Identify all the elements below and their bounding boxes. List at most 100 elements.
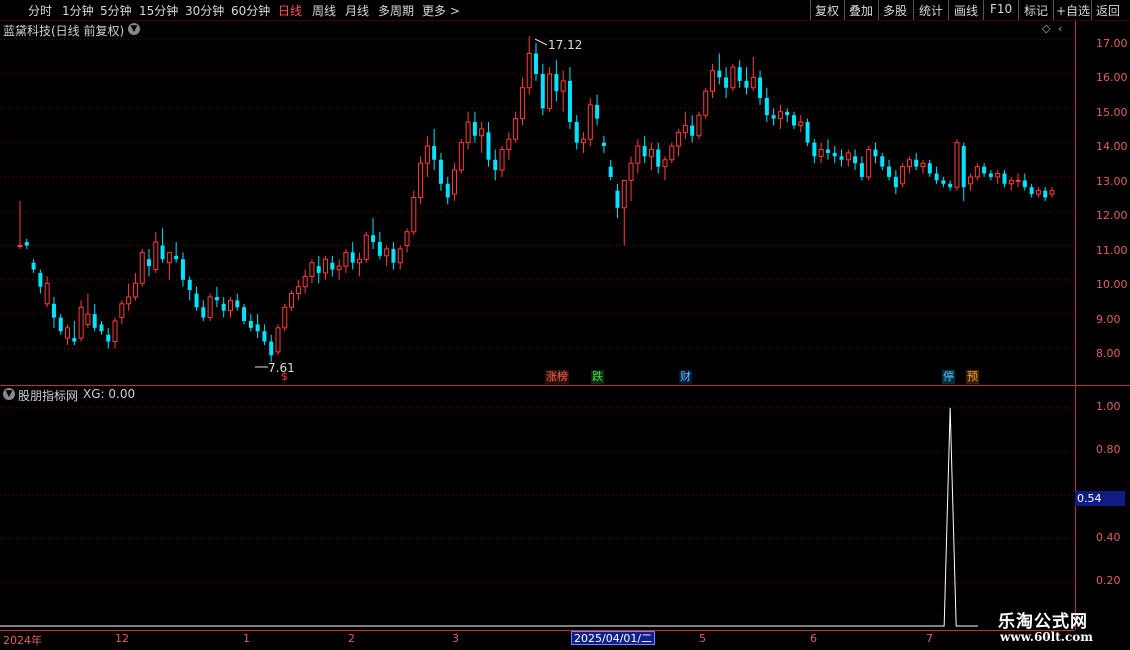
candle[interactable] [24, 238, 29, 249]
candle[interactable] [635, 139, 641, 174]
candle[interactable] [166, 251, 172, 280]
candle[interactable] [506, 132, 512, 160]
candle[interactable] [248, 314, 253, 332]
candle[interactable] [1002, 170, 1007, 188]
candle[interactable] [927, 159, 932, 177]
candle[interactable] [472, 111, 477, 143]
candle[interactable] [235, 293, 240, 311]
candle[interactable] [825, 139, 830, 160]
candle[interactable] [744, 67, 749, 95]
overlay-button[interactable]: 叠加 [849, 2, 873, 19]
candle[interactable] [642, 135, 647, 164]
fuquan-button[interactable]: 复权 [815, 2, 839, 19]
candle[interactable] [724, 67, 729, 99]
candle[interactable] [1043, 187, 1048, 201]
period-tab-weekly[interactable]: 周线 [312, 2, 336, 19]
event-marker-dollar[interactable]: $ [280, 370, 289, 384]
candle[interactable] [126, 283, 132, 311]
candle[interactable] [961, 142, 966, 201]
candle[interactable] [574, 115, 579, 150]
candle[interactable] [581, 132, 587, 153]
event-marker-zhangbang[interactable]: 涨榜 [545, 370, 569, 384]
candle[interactable] [547, 67, 553, 112]
candle[interactable] [717, 53, 722, 85]
candle[interactable] [968, 173, 974, 191]
candle[interactable] [737, 60, 742, 88]
candle[interactable] [17, 200, 23, 249]
candle[interactable] [893, 170, 898, 195]
candle[interactable] [906, 156, 912, 174]
period-tab-15min[interactable]: 15分钟 [139, 2, 178, 19]
event-marker-die[interactable]: 跌 [591, 370, 604, 384]
candle[interactable] [384, 245, 390, 267]
candle[interactable] [119, 300, 125, 325]
event-marker-yu[interactable]: 预 [966, 370, 979, 384]
candle[interactable] [730, 63, 736, 92]
candle[interactable] [106, 327, 111, 349]
candle[interactable] [424, 135, 430, 177]
candle[interactable] [316, 255, 321, 284]
candle[interactable] [792, 111, 796, 129]
candle[interactable] [758, 70, 763, 105]
candle[interactable] [887, 159, 892, 181]
candle[interactable] [85, 293, 91, 328]
candle[interactable] [900, 163, 906, 188]
candle[interactable] [31, 259, 36, 273]
candle[interactable] [615, 183, 620, 219]
candle[interactable] [920, 159, 926, 174]
candle[interactable] [51, 296, 56, 328]
period-tab-30min[interactable]: 30分钟 [185, 2, 224, 19]
candle[interactable] [771, 108, 776, 126]
candle[interactable] [432, 128, 437, 171]
candle[interactable] [1029, 183, 1034, 198]
candle[interactable] [438, 152, 443, 191]
candle[interactable] [58, 314, 63, 335]
candle[interactable] [92, 303, 97, 332]
candle[interactable] [601, 135, 606, 153]
candle[interactable] [242, 303, 247, 325]
candle[interactable] [445, 176, 450, 205]
candle[interactable] [295, 279, 301, 301]
candle[interactable] [1022, 173, 1027, 191]
candle[interactable] [275, 324, 281, 356]
candle[interactable] [411, 190, 417, 236]
candle[interactable] [302, 269, 308, 294]
period-tab-daily[interactable]: 日线 [278, 2, 302, 19]
event-marker-ting[interactable]: 停 [942, 370, 955, 384]
candle[interactable] [330, 255, 335, 277]
candle[interactable] [99, 320, 104, 335]
candle[interactable] [479, 122, 485, 153]
candle[interactable] [486, 122, 491, 167]
candle[interactable] [377, 231, 382, 260]
period-tab-monthly[interactable]: 月线 [345, 2, 369, 19]
period-tab-multi[interactable]: 多周期 [378, 2, 414, 19]
candle[interactable] [866, 146, 872, 181]
candle[interactable] [764, 87, 769, 123]
candle[interactable] [363, 231, 369, 263]
candle[interactable] [343, 248, 349, 273]
candle[interactable] [147, 248, 151, 277]
candle[interactable] [458, 139, 464, 174]
candle[interactable] [214, 286, 219, 308]
candle[interactable] [662, 156, 668, 181]
candle[interactable] [682, 111, 688, 140]
candle[interactable] [798, 115, 804, 133]
candle[interactable] [941, 176, 946, 188]
candle[interactable] [648, 142, 654, 171]
period-tab-5min[interactable]: 5分钟 [100, 2, 132, 19]
add-watchlist-button[interactable]: +自选 [1056, 2, 1090, 19]
candle[interactable] [948, 180, 953, 191]
candle[interactable] [812, 139, 817, 164]
candle[interactable] [356, 252, 362, 277]
candle[interactable] [1008, 176, 1014, 191]
candlestick-chart[interactable] [0, 21, 1075, 385]
candle[interactable] [269, 334, 274, 363]
mark-button[interactable]: 标记 [1024, 2, 1048, 19]
candle[interactable] [78, 300, 84, 342]
candle[interactable] [289, 290, 295, 311]
candle[interactable] [282, 303, 288, 332]
candle[interactable] [112, 317, 118, 349]
candle[interactable] [207, 293, 213, 321]
candle[interactable] [914, 152, 919, 171]
candle[interactable] [839, 149, 844, 167]
